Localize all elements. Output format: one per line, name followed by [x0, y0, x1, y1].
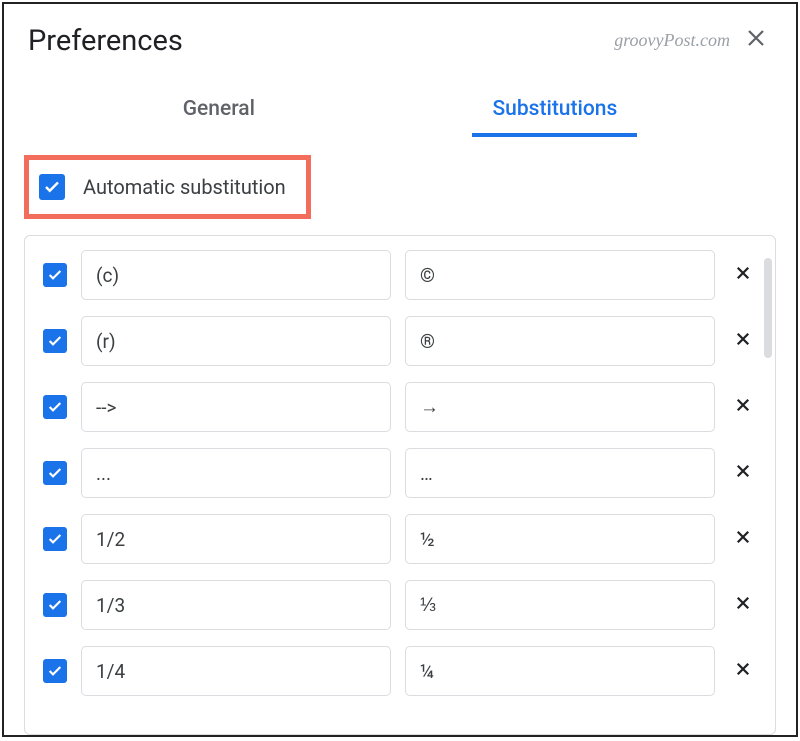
- with-input[interactable]: [405, 448, 715, 498]
- preferences-dialog: Preferences groovyPost.com General Subst…: [2, 2, 798, 737]
- check-icon: [47, 267, 63, 283]
- table-row: [33, 308, 767, 374]
- replace-input[interactable]: [81, 250, 391, 300]
- remove-row-icon[interactable]: [729, 461, 757, 486]
- check-icon: [47, 333, 63, 349]
- replace-input[interactable]: [81, 646, 391, 696]
- with-input[interactable]: [405, 514, 715, 564]
- rows-scroll-area[interactable]: [33, 242, 767, 734]
- row-checkbox[interactable]: [43, 593, 67, 617]
- auto-substitution-label: Automatic substitution: [83, 175, 286, 199]
- table-row: [33, 638, 767, 704]
- dialog-header: Preferences groovyPost.com: [4, 4, 796, 69]
- table-row: [33, 506, 767, 572]
- tabs-bar: General Substitutions: [4, 69, 796, 137]
- with-input[interactable]: [405, 250, 715, 300]
- with-input[interactable]: [405, 646, 715, 696]
- remove-row-icon[interactable]: [729, 395, 757, 420]
- remove-row-icon[interactable]: [729, 593, 757, 618]
- replace-input[interactable]: [81, 448, 391, 498]
- replace-input[interactable]: [81, 514, 391, 564]
- table-row: [33, 242, 767, 308]
- remove-row-icon[interactable]: [729, 527, 757, 552]
- row-checkbox[interactable]: [43, 329, 67, 353]
- table-row: [33, 440, 767, 506]
- replace-input[interactable]: [81, 580, 391, 630]
- row-checkbox[interactable]: [43, 659, 67, 683]
- auto-substitution-highlight: Automatic substitution: [24, 155, 311, 219]
- close-icon[interactable]: [740, 22, 772, 59]
- remove-row-icon[interactable]: [729, 329, 757, 354]
- remove-row-icon[interactable]: [729, 263, 757, 288]
- tab-general[interactable]: General: [163, 89, 275, 137]
- table-row: [33, 572, 767, 638]
- auto-substitution-section: Automatic substitution: [24, 155, 776, 219]
- substitutions-table: [24, 235, 776, 735]
- row-checkbox[interactable]: [43, 395, 67, 419]
- check-icon: [47, 399, 63, 415]
- tab-substitutions[interactable]: Substitutions: [472, 89, 637, 137]
- scrollbar-thumb[interactable]: [764, 258, 772, 358]
- replace-input[interactable]: [81, 316, 391, 366]
- remove-row-icon[interactable]: [729, 659, 757, 684]
- with-input[interactable]: [405, 580, 715, 630]
- check-icon: [47, 597, 63, 613]
- row-checkbox[interactable]: [43, 461, 67, 485]
- table-row: [33, 374, 767, 440]
- replace-input[interactable]: [81, 382, 391, 432]
- with-input[interactable]: [405, 316, 715, 366]
- check-icon: [47, 531, 63, 547]
- with-input[interactable]: [405, 382, 715, 432]
- check-icon: [47, 465, 63, 481]
- dialog-title: Preferences: [28, 24, 183, 58]
- watermark-text: groovyPost.com: [614, 30, 730, 51]
- check-icon: [47, 663, 63, 679]
- row-checkbox[interactable]: [43, 527, 67, 551]
- check-icon: [43, 178, 61, 196]
- row-checkbox[interactable]: [43, 263, 67, 287]
- auto-substitution-checkbox[interactable]: [39, 174, 65, 200]
- header-right: groovyPost.com: [614, 22, 772, 59]
